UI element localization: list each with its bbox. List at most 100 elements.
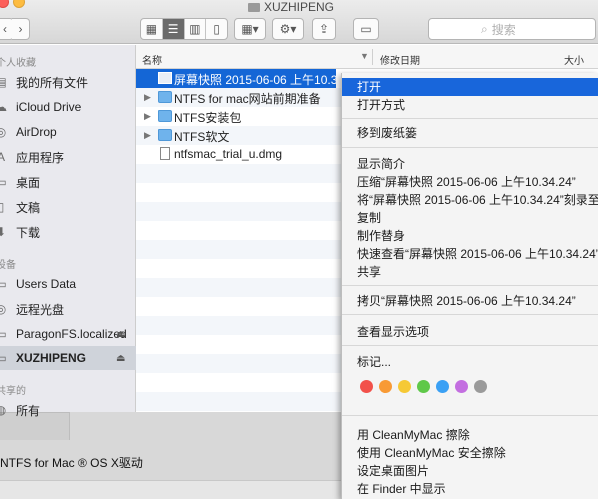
chevron-right-icon: › bbox=[18, 22, 23, 36]
applications-icon: A bbox=[0, 150, 5, 164]
sidebar-item-xuzhipeng[interactable]: ▭ XUZHIPENG ⏏ bbox=[0, 346, 136, 370]
tag-icon: ▭ bbox=[360, 22, 372, 36]
action-button[interactable]: ⚙▾ bbox=[272, 18, 304, 40]
menu-item-reveal-in-finder[interactable]: 在 Finder 中显示 bbox=[342, 480, 598, 498]
menu-separator bbox=[342, 314, 598, 315]
column-divider[interactable] bbox=[372, 49, 373, 65]
tag-blue-dot[interactable] bbox=[436, 380, 449, 393]
sidebar-item-airdrop[interactable]: ◎ AirDrop bbox=[0, 120, 136, 144]
search-field[interactable]: ⌕ 搜索 bbox=[428, 18, 596, 40]
dmg-file-icon bbox=[160, 147, 170, 160]
menu-item-quick-look[interactable]: 快速查看“屏幕快照 2015-06-06 上午10.34.24” bbox=[342, 245, 598, 263]
disclosure-triangle-icon[interactable]: ▶ bbox=[144, 111, 151, 122]
sidebar-item-label: 应用程序 bbox=[16, 150, 65, 165]
sidebar-item-applications[interactable]: A 应用程序 bbox=[0, 145, 136, 169]
menu-item-copy[interactable]: 拷贝“屏幕快照 2015-06-06 上午10.34.24” bbox=[342, 292, 598, 310]
column-header-date[interactable]: 修改日期 bbox=[380, 52, 420, 67]
tag-yellow-dot[interactable] bbox=[398, 380, 411, 393]
menu-separator bbox=[342, 118, 598, 119]
file-name: NTFS安装包 bbox=[174, 111, 242, 125]
menu-separator bbox=[342, 285, 598, 286]
documents-icon: ▯ bbox=[0, 200, 5, 214]
file-name: NTFS for mac网站前期准备 bbox=[174, 92, 321, 106]
menu-item-set-desktop-picture[interactable]: 设定桌面图片 bbox=[342, 462, 598, 480]
chevron-left-icon: ‹ bbox=[3, 22, 7, 36]
window-title-text: XUZHIPENG bbox=[264, 0, 335, 14]
column-header-size[interactable]: 大小 bbox=[564, 52, 584, 67]
arrange-icon: ▦▾ bbox=[241, 22, 259, 36]
file-name: ntfsmac_trial_u.dmg bbox=[174, 147, 283, 161]
list-header: 名称 ▼ 修改日期 大小 bbox=[136, 45, 598, 69]
sidebar-item-all-shared[interactable]: ◍ 所有 bbox=[0, 398, 136, 422]
menu-item-open-with[interactable]: 打开方式 bbox=[342, 96, 598, 114]
disk-icon: ▭ bbox=[0, 351, 7, 365]
sidebar-item-label: 桌面 bbox=[16, 175, 41, 190]
sidebar-item-remote-disc[interactable]: ◎ 远程光盘 bbox=[0, 297, 136, 321]
forward-button[interactable]: › bbox=[12, 18, 30, 40]
context-menu: 打开 打开方式 移到废纸篓 显示简介 压缩“屏幕快照 2015-06-06 上午… bbox=[341, 73, 598, 499]
menu-item-open[interactable]: 打开 bbox=[342, 78, 598, 96]
sidebar: 个人收藏 ▤ 我的所有文件 ☁ iCloud Drive ◎ AirDrop A… bbox=[0, 45, 136, 418]
icon-view-icon[interactable]: ▦ bbox=[141, 19, 163, 39]
network-icon: ◍ bbox=[0, 403, 7, 417]
disclosure-triangle-icon[interactable]: ▶ bbox=[144, 92, 151, 103]
menu-item-make-alias[interactable]: 制作替身 bbox=[342, 227, 598, 245]
folder-icon bbox=[158, 91, 172, 103]
list-view-icon[interactable]: ☰ bbox=[162, 19, 185, 39]
airdrop-icon: ◎ bbox=[0, 125, 7, 139]
folder-icon bbox=[158, 129, 172, 141]
sidebar-item-all-files[interactable]: ▤ 我的所有文件 bbox=[0, 70, 136, 94]
sidebar-item-desktop[interactable]: ▭ 桌面 bbox=[0, 170, 136, 194]
eject-icon[interactable]: ⏏ bbox=[116, 353, 125, 364]
sidebar-item-label: iCloud Drive bbox=[16, 100, 82, 114]
disclosure-triangle-icon[interactable]: ▶ bbox=[144, 130, 151, 141]
menu-item-cleanmymac-secure-erase[interactable]: 使用 CleanMyMac 安全擦除 bbox=[342, 444, 598, 462]
tag-color-row bbox=[360, 380, 487, 393]
download-icon: ⬇ bbox=[0, 225, 7, 239]
tag-orange-dot[interactable] bbox=[379, 380, 392, 393]
menu-item-duplicate[interactable]: 复制 bbox=[342, 209, 598, 227]
sidebar-item-users-data[interactable]: ▭ Users Data bbox=[0, 272, 136, 296]
menu-item-compress[interactable]: 压缩“屏幕快照 2015-06-06 上午10.34.24” bbox=[342, 173, 598, 191]
menu-item-show-view-options[interactable]: 查看显示选项 bbox=[342, 323, 598, 341]
screenshot-file-icon bbox=[158, 72, 172, 84]
sidebar-item-documents[interactable]: ▯ 文稿 bbox=[0, 195, 136, 219]
disk-icon: ▭ bbox=[0, 277, 7, 291]
sidebar-item-downloads[interactable]: ⬇ 下载 bbox=[0, 220, 136, 244]
search-placeholder: 搜索 bbox=[491, 22, 516, 37]
menu-item-move-to-trash[interactable]: 移到废纸篓 bbox=[342, 124, 598, 142]
sort-descending-icon: ▼ bbox=[360, 51, 369, 61]
sidebar-item-icloud[interactable]: ☁ iCloud Drive bbox=[0, 95, 136, 119]
column-header-name[interactable]: 名称 bbox=[142, 52, 162, 67]
tag-button[interactable]: ▭ bbox=[353, 18, 379, 40]
share-button[interactable]: ⇪ bbox=[312, 18, 336, 40]
menu-item-share[interactable]: 共享 bbox=[342, 263, 598, 281]
minimize-window-button[interactable] bbox=[13, 0, 25, 8]
menu-item-cleanmymac-erase[interactable]: 用 CleanMyMac 擦除 bbox=[342, 426, 598, 444]
menu-item-tags[interactable]: 标记... bbox=[342, 353, 598, 371]
sidebar-item-label: 我的所有文件 bbox=[16, 75, 89, 90]
menu-separator bbox=[342, 147, 598, 148]
arrange-button[interactable]: ▦▾ bbox=[234, 18, 266, 40]
tag-purple-dot[interactable] bbox=[455, 380, 468, 393]
sidebar-item-label: 下载 bbox=[16, 225, 41, 240]
close-window-button[interactable] bbox=[0, 0, 9, 8]
sidebar-item-label: 文稿 bbox=[16, 200, 41, 215]
remote-disc-icon: ◎ bbox=[0, 302, 7, 316]
menu-item-get-info[interactable]: 显示简介 bbox=[342, 155, 598, 173]
background-caption: NTFS for Mac ® OS X驱动 bbox=[0, 456, 143, 470]
tag-red-dot[interactable] bbox=[360, 380, 373, 393]
sidebar-item-paragonfs[interactable]: ▭ ParagonFS.localized ⏏ bbox=[0, 322, 136, 346]
cover-flow-icon[interactable]: ▯ bbox=[206, 19, 227, 39]
tag-green-dot[interactable] bbox=[417, 380, 430, 393]
tag-gray-dot[interactable] bbox=[474, 380, 487, 393]
eject-icon[interactable]: ⏏ bbox=[116, 329, 125, 340]
view-mode-group: ▦ ☰ ▥ ▯ bbox=[140, 18, 228, 40]
titlebar: XUZHIPENG ‹ › ▦ ☰ ▥ ▯ ▦▾ ⚙▾ ⇪ ▭ ⌕ 搜索 bbox=[0, 0, 598, 44]
all-files-icon: ▤ bbox=[0, 75, 7, 89]
menu-item-burn[interactable]: 将“屏幕快照 2015-06-06 上午10.34.24”刻录至光 bbox=[342, 191, 598, 209]
cloud-icon: ☁ bbox=[0, 100, 7, 114]
sidebar-item-label: 所有 bbox=[16, 403, 41, 418]
sidebar-header-shared: 共享的 bbox=[0, 386, 26, 397]
column-view-icon[interactable]: ▥ bbox=[185, 19, 207, 39]
